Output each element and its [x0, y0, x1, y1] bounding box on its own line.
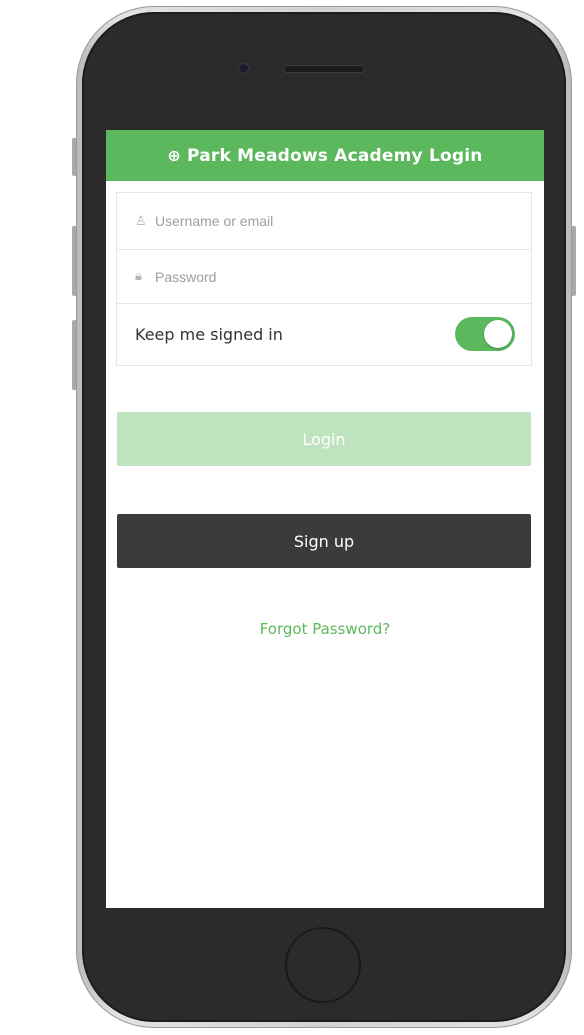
login-button[interactable]: Login	[117, 412, 531, 466]
login-header: ⊕ Park Meadows Academy Login	[106, 130, 544, 181]
forgot-password-link[interactable]: Forgot Password?	[106, 620, 544, 638]
sign-in-icon: ⊕	[167, 146, 182, 165]
user-icon: ♙	[135, 213, 147, 229]
toggle-knob[interactable]	[484, 320, 512, 348]
username-input[interactable]	[155, 213, 495, 229]
keep-signed-in-toggle[interactable]	[455, 317, 515, 351]
password-row: 🔒︎	[117, 250, 531, 304]
keep-signed-in-label: Keep me signed in	[135, 325, 283, 344]
login-form: ♙ 🔒︎ Keep me signed in	[116, 192, 532, 366]
stage: ⊕ Park Meadows Academy Login ♙ 🔒︎ Keep m…	[0, 0, 584, 1035]
home-button[interactable]	[285, 927, 361, 1003]
page-title: Park Meadows Academy Login	[187, 145, 483, 166]
earpiece-speaker	[284, 66, 364, 72]
password-input[interactable]	[155, 268, 495, 285]
keep-signed-in-row: Keep me signed in	[117, 304, 531, 365]
lock-icon: 🔒︎	[135, 269, 142, 284]
signup-button[interactable]: Sign up	[117, 514, 531, 568]
front-camera	[239, 64, 248, 73]
username-row: ♙	[117, 193, 531, 250]
app-screen: ⊕ Park Meadows Academy Login ♙ 🔒︎ Keep m…	[106, 130, 544, 908]
